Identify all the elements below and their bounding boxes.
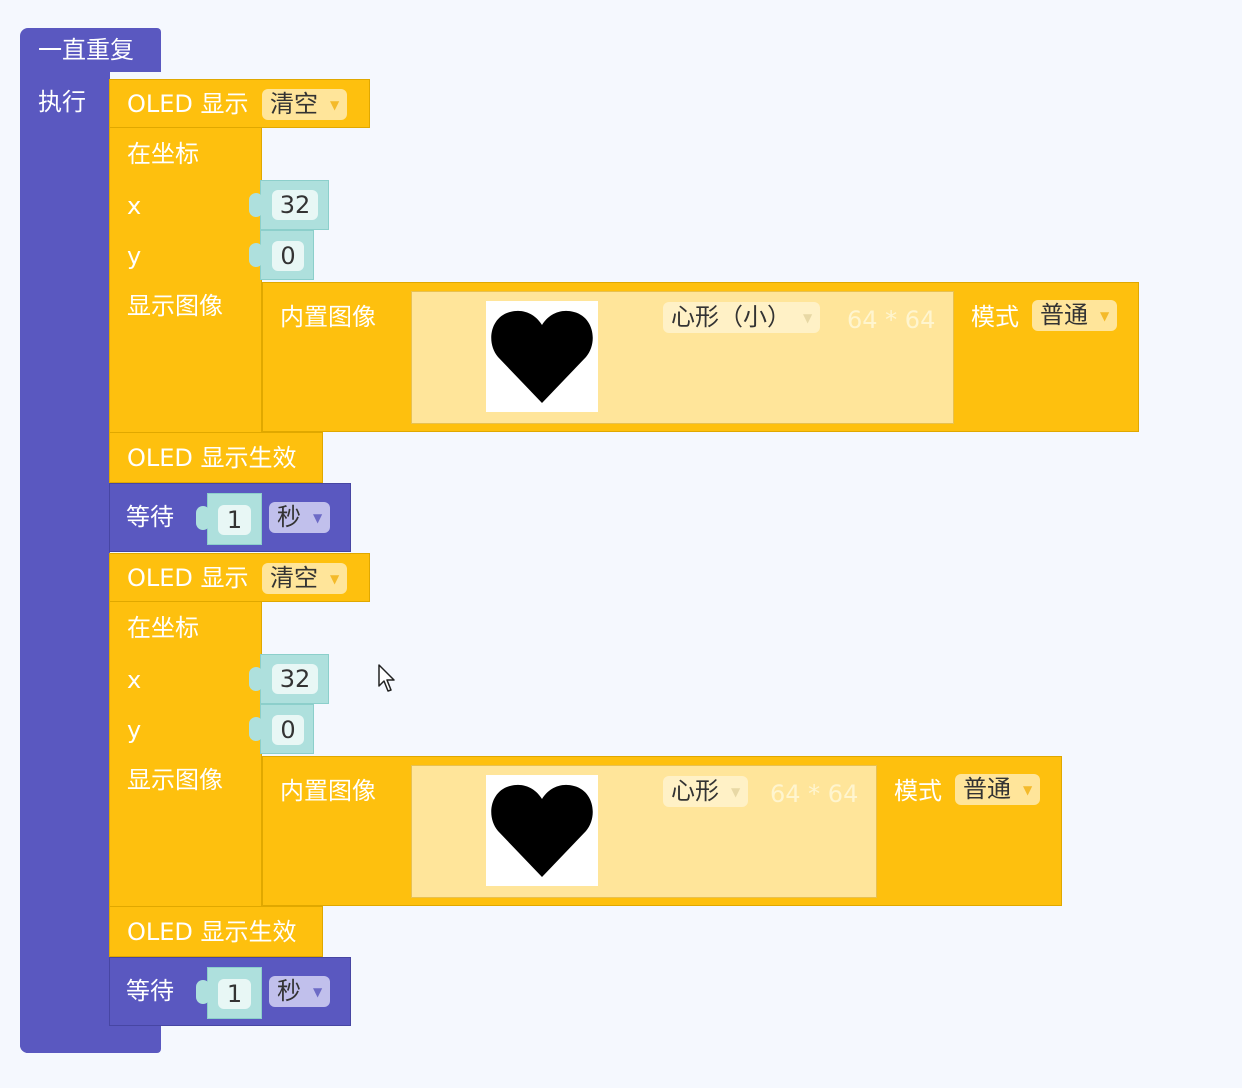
x-number-block[interactable]: 32 xyxy=(249,654,329,704)
wait-number-block[interactable]: 1 xyxy=(196,967,262,1019)
chevron-down-icon: ▼ xyxy=(313,511,323,525)
x-number-block[interactable]: 32 xyxy=(249,180,329,230)
wait-unit-dropdown[interactable]: 秒 ▼ xyxy=(269,976,331,1007)
loop-do-label: 执行 xyxy=(38,88,86,116)
chevron-down-icon: ▼ xyxy=(1100,309,1110,323)
wait-block[interactable]: 等待 1 秒 ▼ xyxy=(109,957,351,1026)
mode-label: 模式 xyxy=(894,777,942,805)
chevron-down-icon: ▼ xyxy=(803,311,813,325)
x-label: x xyxy=(127,666,142,694)
wait-value-field[interactable]: 1 xyxy=(218,979,251,1009)
oled-clear-block[interactable]: OLED 显示 清空 ▼ xyxy=(109,79,370,128)
y-label: y xyxy=(127,716,142,744)
oled-refresh-block[interactable]: OLED 显示生效 xyxy=(109,906,323,957)
chevron-down-icon: ▼ xyxy=(330,98,340,112)
wait-value-field[interactable]: 1 xyxy=(218,505,251,535)
draw-image-block[interactable]: 在坐标 x y 显示图像 xyxy=(109,128,262,432)
oled-clear-label: OLED 显示 xyxy=(127,564,249,592)
x-value-field[interactable]: 32 xyxy=(272,190,318,220)
heart-icon xyxy=(491,784,593,877)
chevron-down-icon: ▼ xyxy=(313,985,323,999)
clear-option-dropdown[interactable]: 清空 ▼ xyxy=(262,89,348,120)
oled-clear-block[interactable]: OLED 显示 清空 ▼ xyxy=(109,553,370,602)
image-name-dropdown[interactable]: 心形 ▼ xyxy=(663,776,749,807)
wait-block[interactable]: 等待 1 秒 ▼ xyxy=(109,483,351,552)
clear-option-dropdown[interactable]: 清空 ▼ xyxy=(262,563,348,594)
oled-clear-label: OLED 显示 xyxy=(127,90,249,118)
mode-dropdown[interactable]: 普通 ▼ xyxy=(1032,300,1118,331)
chevron-down-icon: ▼ xyxy=(731,785,741,799)
chevron-down-icon: ▼ xyxy=(330,572,340,586)
input-notch xyxy=(196,506,210,530)
wait-number-block[interactable]: 1 xyxy=(196,493,262,545)
y-number-block[interactable]: 0 xyxy=(249,704,314,754)
image-preview-panel: 心形 ▼ 64 * 64 xyxy=(411,765,877,898)
show-image-label: 显示图像 xyxy=(127,766,223,794)
chevron-down-icon: ▼ xyxy=(1023,783,1033,797)
builtin-image-label: 内置图像 xyxy=(280,303,376,331)
at-coord-label: 在坐标 xyxy=(127,614,199,642)
forever-loop-bottom[interactable] xyxy=(20,1024,161,1053)
image-name-dropdown[interactable]: 心形（小） ▼ xyxy=(663,302,821,333)
wait-label: 等待 xyxy=(126,977,174,1005)
input-notch xyxy=(196,980,210,1004)
draw-image-block[interactable]: 在坐标 x y 显示图像 xyxy=(109,602,262,906)
wait-unit-dropdown[interactable]: 秒 ▼ xyxy=(269,502,331,533)
oled-refresh-block[interactable]: OLED 显示生效 xyxy=(109,432,323,483)
mode-dropdown[interactable]: 普通 ▼ xyxy=(955,774,1041,805)
x-label: x xyxy=(127,192,142,220)
forever-loop-body[interactable]: 执行 xyxy=(20,68,110,1053)
at-coord-label: 在坐标 xyxy=(127,140,199,168)
heart-icon xyxy=(491,310,593,403)
input-notch xyxy=(249,243,263,267)
y-value-field[interactable]: 0 xyxy=(272,241,304,271)
image-size-text: 64 * 64 xyxy=(847,306,936,334)
mode-label: 模式 xyxy=(971,303,1019,331)
builtin-image-block[interactable]: 内置图像 心形 ▼ 64 * 64 模式 普通 ▼ xyxy=(262,756,1062,906)
heart-image-preview xyxy=(486,775,598,886)
oled-refresh-label: OLED 显示生效 xyxy=(127,918,297,946)
input-notch xyxy=(249,717,263,741)
builtin-image-label: 内置图像 xyxy=(280,777,376,805)
show-image-label: 显示图像 xyxy=(127,292,223,320)
builtin-image-block[interactable]: 内置图像 心形（小） ▼ 64 * 64 模式 普通 ▼ xyxy=(262,282,1139,432)
image-preview-panel: 心形（小） ▼ 64 * 64 xyxy=(411,291,954,424)
input-notch xyxy=(249,667,263,691)
y-value-field[interactable]: 0 xyxy=(272,715,304,745)
mouse-cursor-icon xyxy=(378,664,398,698)
y-number-block[interactable]: 0 xyxy=(249,230,314,280)
wait-label: 等待 xyxy=(126,503,174,531)
heart-image-preview xyxy=(486,301,598,412)
oled-refresh-label: OLED 显示生效 xyxy=(127,444,297,472)
input-notch xyxy=(249,193,263,217)
image-size-text: 64 * 64 xyxy=(770,780,859,808)
y-label: y xyxy=(127,242,142,270)
loop-title: 一直重复 xyxy=(38,36,134,64)
forever-loop-block[interactable]: 一直重复 xyxy=(20,28,161,72)
x-value-field[interactable]: 32 xyxy=(272,664,318,694)
